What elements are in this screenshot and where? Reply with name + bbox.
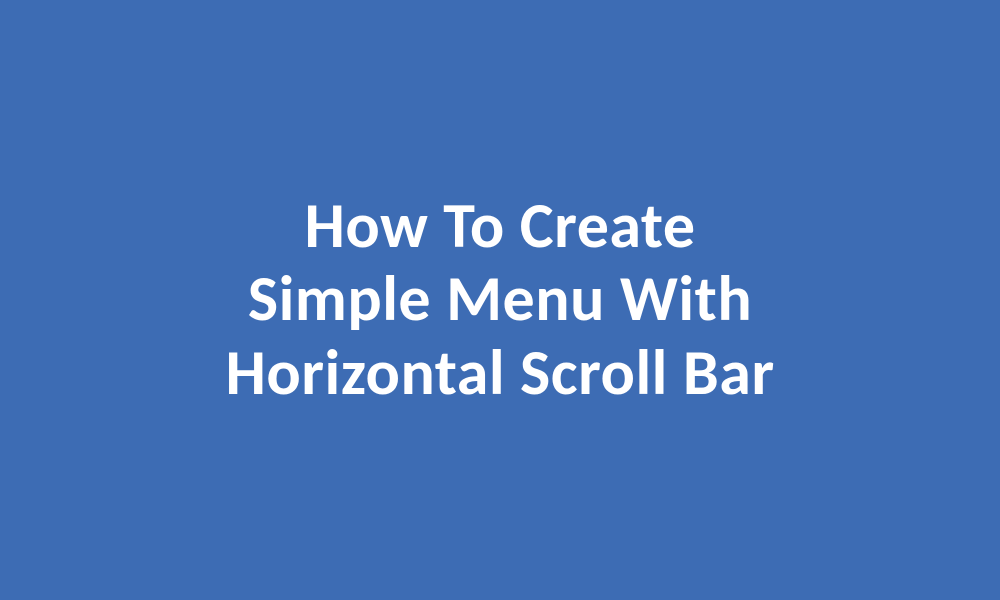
title-text: How To Create Simple Menu With Horizonta… bbox=[225, 190, 774, 411]
title-line-3: Horizontal Scroll Bar bbox=[225, 334, 774, 412]
title-line-2: Simple Menu With bbox=[248, 260, 752, 338]
title-line-1: How To Create bbox=[304, 187, 695, 265]
title-container: How To Create Simple Menu With Horizonta… bbox=[185, 190, 814, 411]
